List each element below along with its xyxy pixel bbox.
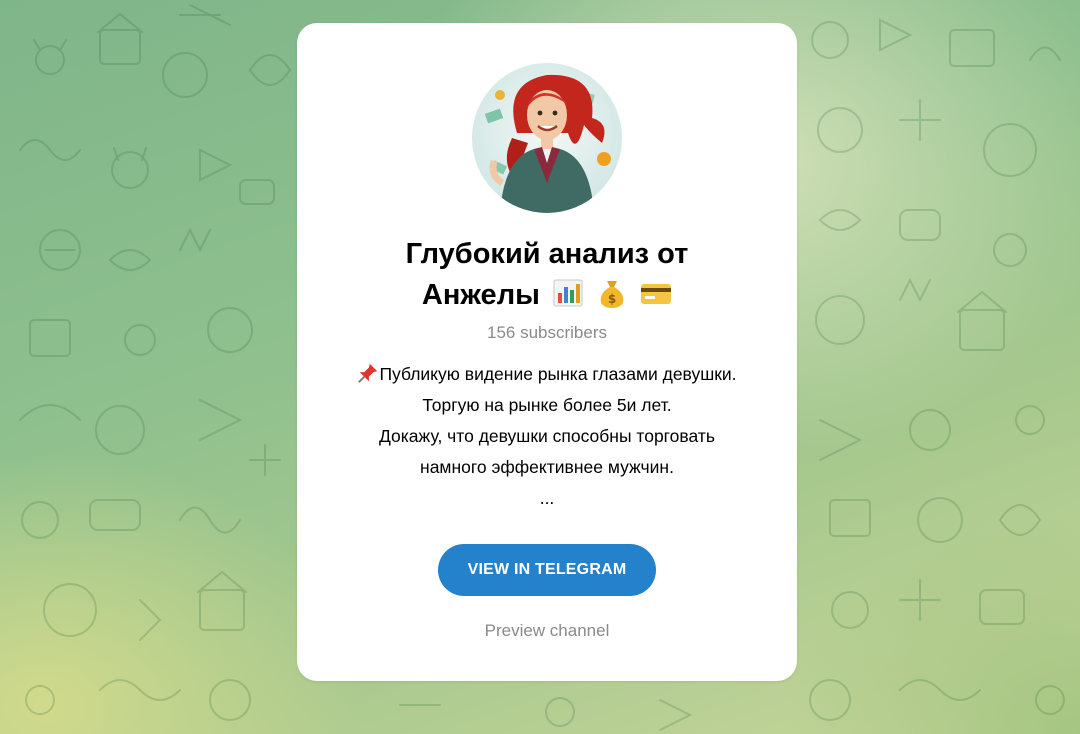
preview-channel-link[interactable]: Preview channel bbox=[297, 621, 797, 641]
description-line-3: Докажу, что девушки способны торговать bbox=[378, 426, 715, 446]
description-line-4: намного эффективнее мужчин. bbox=[420, 457, 674, 477]
channel-title-line2: Анжелы bbox=[421, 279, 540, 311]
description-line-2: Торгую на рынке более 5и лет. bbox=[422, 395, 672, 415]
channel-title: Глубокий анализ от Анжелы $ bbox=[337, 234, 757, 316]
description-line-1: Публикую видение рынка глазами девушки. bbox=[379, 364, 737, 384]
pushpin-icon bbox=[358, 363, 378, 383]
money-bag-icon: $ bbox=[600, 281, 624, 308]
view-in-telegram-button[interactable]: VIEW IN TELEGRAM bbox=[438, 544, 656, 596]
channel-card: Глубокий анализ от Анжелы $ 156 subscrib… bbox=[297, 23, 797, 681]
channel-avatar bbox=[472, 63, 622, 213]
channel-title-line1: Глубокий анализ от bbox=[405, 238, 689, 270]
bar-chart-icon bbox=[553, 279, 583, 307]
svg-text:$: $ bbox=[608, 292, 616, 306]
credit-card-icon bbox=[641, 284, 672, 304]
description-ellipsis: ... bbox=[539, 488, 555, 508]
channel-description: Публикую видение рынка глазами девушки. … bbox=[317, 359, 777, 514]
subscriber-count: 156 subscribers bbox=[486, 323, 607, 342]
